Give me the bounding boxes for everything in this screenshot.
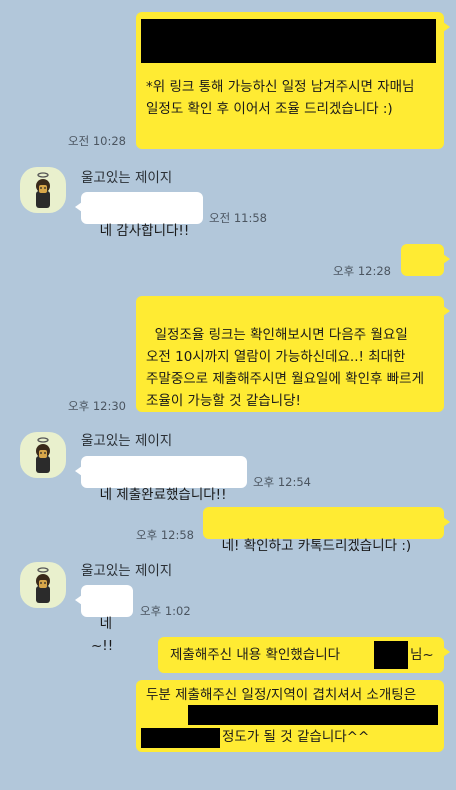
message-text: 네~!! (91, 616, 114, 654)
my-message-bubble: 두분 제출해주신 일정/지역이 겹치셔서 소개팅은 정도가 될 것 같습니다^^ (136, 680, 444, 752)
my-message-bubble: 제출해주신 내용 확인했습니다 님~ (158, 637, 450, 673)
redacted-block (141, 19, 436, 63)
message-text: 두분 제출해주신 일정/지역이 겹치셔서 소개팅은 (146, 687, 417, 703)
redacted-name (374, 641, 408, 669)
my-message-bubble: *위 링크 통해 가능하신 일정 남겨주시면 자매님 일정도 확인 후 이어서 … (136, 12, 450, 149)
redacted-block (141, 728, 220, 748)
message-time: 오후 12:54 (253, 475, 311, 489)
message-text: 네 감사합니다!! (99, 223, 190, 239)
redacted-block (188, 705, 438, 725)
my-message-bubble: 네! 확인하고 카톡드리겠습니다 :) (203, 507, 450, 554)
avatar[interactable] (20, 432, 66, 478)
message-text: *위 링크 통해 가능하신 일정 남겨주시면 자매님 일정도 확인 후 이어서 … (146, 79, 419, 117)
sender-name: 울고있는 제이지 (81, 563, 173, 579)
their-message-bubble: 네 제출완료했습니다!! (75, 456, 247, 503)
message-time: 오전 11:58 (209, 211, 267, 225)
profile-character-icon (36, 437, 50, 473)
sender-name: 울고있는 제이지 (81, 170, 173, 186)
my-message-bubble: 넵! (401, 244, 450, 313)
message-text: 님~ (410, 647, 434, 663)
profile-character-icon (36, 567, 50, 603)
their-message-bubble: 네~!! (75, 585, 133, 654)
message-time: 오후 12:58 (136, 528, 194, 542)
avatar[interactable] (20, 167, 66, 213)
message-text: 정도가 될 것 같습니다^^ (222, 729, 370, 745)
sender-name: 울고있는 제이지 (81, 433, 173, 449)
their-message-bubble: 네 감사합니다!! (75, 192, 203, 239)
message-time: 오후 1:02 (140, 604, 191, 618)
message-time: 오후 12:30 (68, 399, 126, 413)
message-text: 일정조율 링크는 확인해보시면 다음주 월요일 오전 10시까지 열람이 가능하… (146, 327, 429, 409)
message-text: 네! 확인하고 카톡드리겠습니다 :) (221, 538, 412, 554)
message-text: 네 제출완료했습니다!! (99, 487, 227, 503)
avatar[interactable] (20, 562, 66, 608)
message-text: 제출해주신 내용 확인했습니다 (170, 647, 341, 663)
profile-character-icon (36, 172, 50, 208)
message-time: 오후 12:28 (333, 264, 391, 278)
message-time: 오전 10:28 (68, 134, 126, 148)
my-message-bubble: 일정조율 링크는 확인해보시면 다음주 월요일 오전 10시까지 열람이 가능하… (136, 296, 450, 412)
